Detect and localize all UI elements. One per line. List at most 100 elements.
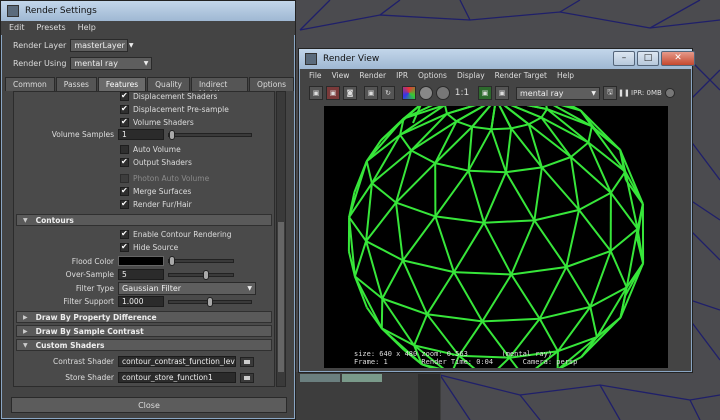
filter-support-input[interactable]: 1.000 xyxy=(118,296,164,307)
menu-render[interactable]: Render xyxy=(359,71,386,83)
render-using-dropdown[interactable]: mental ray ▼ xyxy=(70,56,153,70)
section-label: Contours xyxy=(35,215,74,225)
store-shader-input[interactable]: contour_store_function1 xyxy=(118,372,236,383)
menu-edit[interactable]: Edit xyxy=(9,23,25,33)
wire-edge xyxy=(540,108,548,119)
snapshot-icon[interactable]: ◙ xyxy=(343,86,357,100)
render-frame-icon[interactable]: ▣ xyxy=(309,86,323,100)
menu-help[interactable]: Help xyxy=(557,71,574,83)
filter-support-slider[interactable] xyxy=(168,296,252,307)
luminance-icon[interactable] xyxy=(436,86,450,100)
tab-common[interactable]: Common xyxy=(5,77,55,91)
alpha-channel-icon[interactable] xyxy=(419,86,433,100)
wire-edge xyxy=(587,142,612,194)
real-size-button[interactable]: 1:1 xyxy=(453,86,471,100)
flood-color-swatch[interactable] xyxy=(118,256,164,266)
render-layer-dropdown[interactable]: masterLayer ▼ xyxy=(70,38,133,52)
wire-edge xyxy=(371,182,397,204)
map-shader-button[interactable] xyxy=(240,356,254,367)
features-panel: Displacement Shaders Displacement Pre-sa… xyxy=(13,91,275,387)
menu-options[interactable]: Options xyxy=(418,71,447,83)
checkbox-volume-shaders[interactable]: Volume Shaders xyxy=(120,118,194,127)
refresh-ipr-icon[interactable]: ↻ xyxy=(381,86,395,100)
minimize-icon[interactable]: – xyxy=(613,51,635,66)
checkbox-merge-surfaces[interactable]: Merge Surfaces xyxy=(120,187,191,196)
save-image-icon[interactable]: 🖫 xyxy=(603,86,617,100)
checkbox-label: Output Shaders xyxy=(133,158,192,167)
section-draw-by-sample-contrast[interactable]: ▶ Draw By Sample Contrast xyxy=(16,325,272,337)
renderer-dropdown[interactable]: mental ray ▼ xyxy=(516,86,600,100)
section-label: Draw By Sample Contrast xyxy=(35,326,144,336)
store-shader-label: Store Shader xyxy=(65,373,114,382)
volume-samples-slider[interactable] xyxy=(168,129,252,140)
tab-indirect-lighting[interactable]: Indirect Lighting xyxy=(190,77,249,98)
wire-edge xyxy=(510,220,536,275)
pause-icon[interactable]: ❚❚ xyxy=(618,86,630,100)
checkbox-enable-contour[interactable]: Enable Contour Rendering xyxy=(120,230,232,239)
maximize-icon[interactable]: □ xyxy=(637,51,659,66)
close-icon[interactable]: ✕ xyxy=(661,51,695,66)
wire-edge xyxy=(410,113,448,152)
slider-knob[interactable] xyxy=(169,256,175,266)
wire-edge xyxy=(565,266,592,308)
wire-edge xyxy=(395,202,404,261)
render-settings-titlebar[interactable]: Render Settings xyxy=(1,1,295,21)
tab-quality[interactable]: Quality xyxy=(147,77,190,91)
over-sample-slider[interactable] xyxy=(168,269,234,280)
features-scrollbar[interactable] xyxy=(276,91,286,387)
menu-help[interactable]: Help xyxy=(78,23,96,33)
wire-edge xyxy=(483,219,535,224)
map-shader-button[interactable] xyxy=(240,372,254,383)
checkbox-displacement-shaders[interactable]: Displacement Shaders xyxy=(120,92,217,101)
menu-presets[interactable]: Presets xyxy=(37,23,66,33)
wire-edge xyxy=(565,209,580,268)
checkbox-displacement-presample[interactable]: Displacement Pre-sample xyxy=(120,105,229,114)
checkbox-render-fur-hair[interactable]: Render Fur/Hair xyxy=(120,200,192,209)
wire-edge xyxy=(491,127,512,131)
render-image[interactable]: size: 640 x 480 zoom: 0.563 (mental ray)… xyxy=(324,106,668,368)
wire-edge xyxy=(456,120,473,128)
menu-display[interactable]: Display xyxy=(457,71,485,83)
scrollbar-thumb[interactable] xyxy=(278,222,284,372)
slider-knob[interactable] xyxy=(169,129,175,140)
flood-color-field: Flood Color xyxy=(14,256,234,266)
menu-ipr[interactable]: IPR xyxy=(396,71,408,83)
wire-edge xyxy=(399,134,413,152)
filter-type-dropdown[interactable]: Gaussian Filter ▼ xyxy=(118,282,256,295)
wire-edge xyxy=(426,313,483,323)
checkbox-box xyxy=(120,187,129,196)
volume-samples-input[interactable]: 1 xyxy=(118,129,164,140)
remove-image-icon[interactable]: ▣ xyxy=(495,86,509,100)
over-sample-input[interactable]: 5 xyxy=(118,269,164,280)
rgb-channels-icon[interactable] xyxy=(402,86,416,100)
menu-view[interactable]: View xyxy=(332,71,350,83)
render-region-icon[interactable]: ▣ xyxy=(326,86,340,100)
flood-color-slider[interactable] xyxy=(168,256,234,266)
wire-edge xyxy=(353,240,368,277)
checkbox-output-shaders[interactable]: Output Shaders xyxy=(120,158,192,167)
close-button[interactable]: Close xyxy=(11,397,287,413)
menu-render-target[interactable]: Render Target xyxy=(495,71,547,83)
checkbox-box xyxy=(120,243,129,252)
wire-edge xyxy=(534,208,580,222)
render-view-menubar: File View Render IPR Options Display Ren… xyxy=(301,71,574,83)
section-draw-by-property-difference[interactable]: ▶ Draw By Property Difference xyxy=(16,311,272,323)
wire-edge xyxy=(570,156,612,194)
tab-options[interactable]: Options xyxy=(249,77,294,91)
keep-image-icon[interactable]: ▣ xyxy=(478,86,492,100)
wire-edge xyxy=(610,171,627,194)
tab-features[interactable]: Features xyxy=(97,77,147,91)
section-contours[interactable]: ▼ Contours xyxy=(16,214,272,226)
wire-edge xyxy=(578,191,612,211)
checkbox-auto-volume[interactable]: Auto Volume xyxy=(120,145,181,154)
menu-file[interactable]: File xyxy=(309,71,322,83)
contrast-shader-input[interactable]: contour_contrast_function_levels1 xyxy=(118,356,236,367)
wire-edge xyxy=(483,171,507,224)
section-custom-shaders[interactable]: ▼ Custom Shaders xyxy=(16,339,272,351)
slider-knob[interactable] xyxy=(207,296,213,307)
triangle-down-icon: ▼ xyxy=(23,341,28,349)
ipr-render-icon[interactable]: ▣ xyxy=(364,86,378,100)
checkbox-hide-source[interactable]: Hide Source xyxy=(120,243,178,252)
tab-passes[interactable]: Passes xyxy=(55,77,97,91)
slider-knob[interactable] xyxy=(203,269,209,280)
